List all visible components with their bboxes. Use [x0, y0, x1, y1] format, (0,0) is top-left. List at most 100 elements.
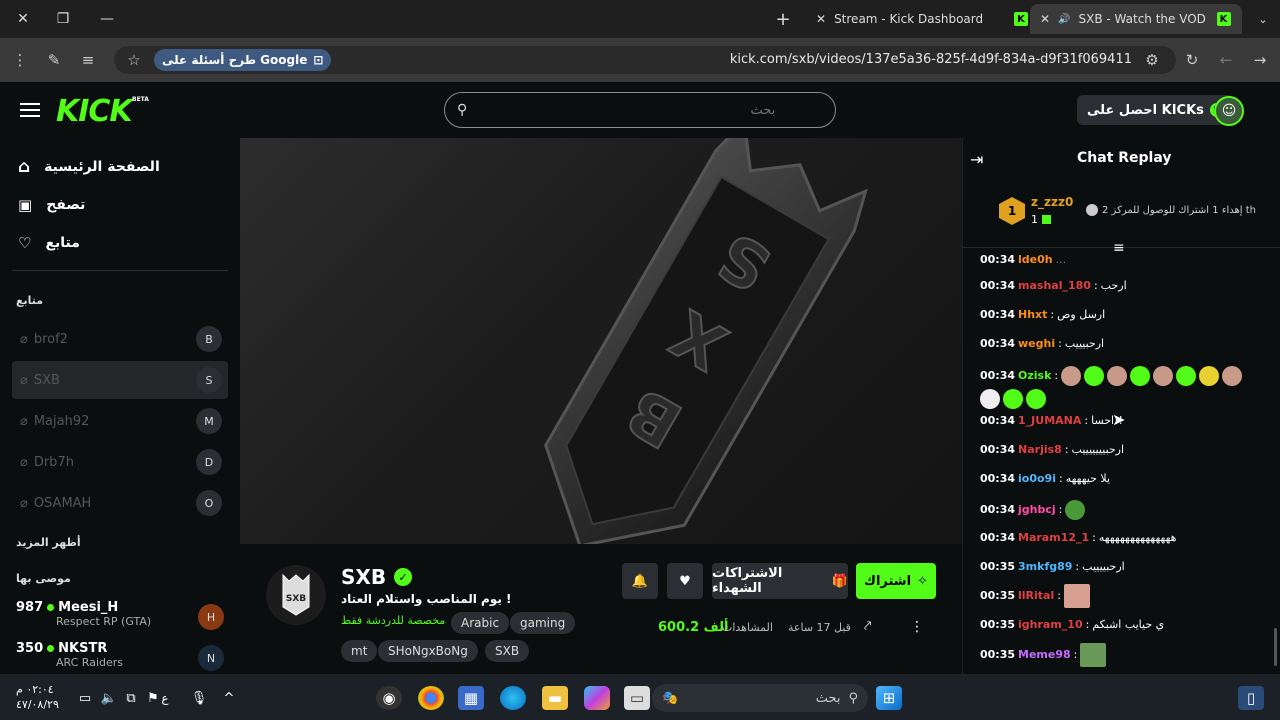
sidebar-item-following[interactable]: ♡ متابع: [18, 228, 80, 258]
edge-app-icon[interactable]: [500, 686, 526, 710]
chat-message[interactable]: 00:34 weghi: ارحبيييب: [980, 337, 1260, 351]
chat-username[interactable]: Narjis8: [1018, 443, 1062, 457]
chat-message[interactable]: 00:34 Maram12_1: ههههههههههههههه: [980, 531, 1260, 545]
timestamp: 00:35: [980, 648, 1016, 661]
verified-icon: ✓: [394, 568, 413, 586]
microphone-icon[interactable]: 🎙: [186, 686, 212, 710]
tag-pill[interactable]: gaming: [510, 612, 576, 634]
tab-kick-dashboard[interactable]: ✕ Stream - Kick Dashboard K: [806, 4, 1038, 34]
tag-pill[interactable]: SXB: [485, 640, 530, 662]
chrome-app-icon[interactable]: [418, 686, 444, 710]
forward-icon[interactable]: ←: [1212, 46, 1240, 74]
url-text[interactable]: kick.com/sxb/videos/137e5a36-825f-4d9f-8…: [700, 49, 1132, 71]
kick-emote-icon: [1003, 389, 1023, 409]
chat-message[interactable]: 00:35 3mkfg89: ارحبييييب: [980, 560, 1260, 574]
restore-window-icon[interactable]: ❐: [40, 0, 86, 38]
chat-username[interactable]: 1_JUMANA: [1018, 414, 1081, 428]
chat-message[interactable]: 00:34 io0o9i: يلا حيهههه: [980, 472, 1260, 486]
input-language[interactable]: ع: [152, 686, 178, 710]
search-bar[interactable]: ⚲: [444, 92, 836, 128]
bookmark-star-icon[interactable]: ☆: [120, 46, 148, 74]
recommended-channel[interactable]: 987 Meesi_H Respect RP (GTA) H: [16, 600, 228, 636]
chat-username[interactable]: weghi: [1018, 337, 1055, 351]
sidebar-item-home[interactable]: ⌂ الصفحة الرئيسية: [18, 152, 160, 182]
sidebar-item-browse[interactable]: ▣ تصفح: [18, 190, 85, 220]
chat-message[interactable]: 00:34 jghbcj:: [980, 499, 1260, 521]
following-channel[interactable]: ⌀ OSAMAH O: [12, 484, 228, 522]
user-avatar[interactable]: ☺: [1214, 96, 1244, 126]
chat-username[interactable]: 3mkfg89: [1018, 560, 1072, 574]
copilot-app-icon[interactable]: [584, 686, 610, 710]
chat-username[interactable]: Maram12_1: [1018, 531, 1089, 545]
chat-message[interactable]: 00:35 ighram_10: ي حيايب اشبكم: [980, 618, 1260, 632]
tag-pill[interactable]: mt: [341, 640, 378, 662]
chat-username[interactable]: Meme98: [1018, 648, 1071, 662]
file-explorer-icon[interactable]: ▬: [542, 686, 568, 710]
following-channel[interactable]: ⌀ SXB S: [12, 361, 228, 399]
channel-category: ARC Raiders: [56, 656, 123, 669]
following-channel[interactable]: ⌀ Drb7h D: [12, 443, 228, 481]
chat-scrollbar[interactable]: [1274, 628, 1277, 666]
chat-username[interactable]: Ozisk: [1018, 369, 1051, 383]
menu-dots-icon[interactable]: ⋮: [6, 46, 34, 74]
extension-icon[interactable]: ✎: [40, 46, 68, 74]
collapse-chat-icon[interactable]: ⇥: [970, 150, 983, 169]
clock-date: ٤٧/٠٨/٢٩: [16, 698, 59, 711]
battery-icon[interactable]: ▭: [72, 686, 98, 710]
chat-message[interactable]: 00:34 mashal_180: ارحب: [980, 279, 1260, 293]
store-app-icon[interactable]: ▦: [458, 686, 484, 710]
video-player[interactable]: S X B: [240, 138, 962, 544]
minimize-window-icon[interactable]: —: [84, 0, 130, 38]
chat-username[interactable]: jghbcj: [1018, 503, 1056, 517]
tab-sxb-vod[interactable]: ✕ 🔊 SXB - Watch the VOD on Kick K: [1030, 4, 1242, 34]
recommended-channel[interactable]: 350 NKSTR ARC Raiders N: [16, 641, 228, 673]
task-view-icon[interactable]: ▭: [624, 686, 650, 710]
channel-avatar: O: [196, 490, 222, 516]
show-more-link[interactable]: أظهر المزيد: [16, 536, 81, 549]
follow-button[interactable]: ♥: [667, 563, 703, 599]
chat-message[interactable]: 00:34 Ozisk:: [980, 366, 1260, 410]
search-input[interactable]: [475, 102, 776, 118]
following-channel[interactable]: ⌀ Majah92 M: [12, 402, 228, 440]
gift-subs-button[interactable]: الاشتراكات الشهداء 🎁: [712, 563, 848, 599]
chat-message[interactable]: 00:34 Hhxt: ارسل وص: [980, 308, 1260, 322]
back-icon[interactable]: →: [1246, 46, 1274, 74]
heart-icon: ♡: [18, 234, 32, 252]
following-channel[interactable]: ⌀ brof2 B: [12, 320, 228, 358]
hamburger-menu-icon[interactable]: [18, 98, 42, 122]
show-desktop-icon[interactable]: ▯: [1238, 686, 1264, 710]
notification-bell-button[interactable]: 🔔: [622, 563, 658, 599]
chat-username[interactable]: mashal_180: [1018, 279, 1091, 293]
pinned-user[interactable]: z_zzz0: [1031, 195, 1073, 209]
get-kicks-button[interactable]: احصل على KICKs K: [1077, 95, 1234, 125]
tab-search-icon[interactable]: ⌄: [1240, 0, 1280, 38]
tag-pill[interactable]: SHoNgxBoNg: [378, 640, 478, 662]
start-button-icon[interactable]: ⊞: [876, 686, 902, 710]
chat-username[interactable]: io0o9i: [1018, 472, 1056, 486]
chat-username[interactable]: ighram_10: [1018, 618, 1083, 632]
share-icon[interactable]: ⤤: [864, 619, 871, 634]
google-ask-chip[interactable]: طرح أسئلة على Google ⊡: [154, 49, 332, 71]
subscribe-button[interactable]: اشتراك ✧: [856, 563, 936, 599]
chat-username[interactable]: llRital: [1018, 589, 1054, 603]
kick-logo[interactable]: KICK: [56, 94, 133, 129]
channel-avatar[interactable]: SXB: [266, 565, 326, 625]
channel-name[interactable]: SXB: [341, 565, 386, 589]
chat-message[interactable]: 00:35 llRital:: [980, 584, 1260, 608]
chat-username[interactable]: Hhxt: [1018, 308, 1047, 322]
reload-icon[interactable]: ↻: [1178, 46, 1206, 74]
obs-app-icon[interactable]: ◉: [376, 686, 402, 710]
taskbar-search[interactable]: 🎭 بحث ⚲: [652, 684, 868, 712]
site-settings-icon[interactable]: ⚙: [1138, 46, 1166, 74]
more-options-icon[interactable]: ⋮: [910, 619, 924, 635]
tray-chevron-icon[interactable]: ^: [216, 686, 242, 710]
system-clock[interactable]: ٠٢:٠٤ م ٤٧/٠٨/٢٩: [16, 682, 59, 712]
chat-message[interactable]: 00:34 Narjis8: ارحبيييييييب: [980, 443, 1260, 457]
new-tab-icon[interactable]: +: [760, 0, 806, 38]
close-tab-icon[interactable]: ✕: [1040, 12, 1050, 26]
playlist-icon[interactable]: ≡: [74, 46, 102, 74]
chat-message[interactable]: 00:35 Meme98:: [980, 642, 1260, 668]
audio-icon: 🔊: [1058, 13, 1071, 25]
tag-pill[interactable]: Arabic: [451, 612, 510, 634]
close-tab-icon[interactable]: ✕: [816, 12, 826, 26]
